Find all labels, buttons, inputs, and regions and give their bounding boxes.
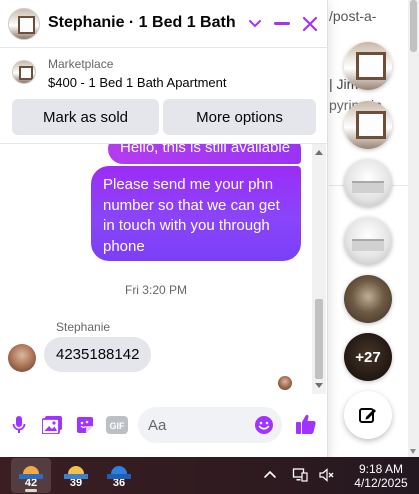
chevron-down-icon[interactable] — [243, 12, 267, 36]
weather-icon — [107, 463, 131, 482]
listing-thumbnail[interactable] — [12, 60, 36, 84]
message-input-container[interactable] — [138, 407, 282, 443]
clock-time: 9:18 AM — [358, 462, 404, 476]
message-composer: GIF — [0, 394, 328, 457]
marketplace-listing: Marketplace $400 - 1 Bed 1 Bath Apartmen… — [0, 48, 328, 144]
more-chats-count: +27 — [344, 333, 392, 381]
chat-head-4[interactable] — [344, 217, 392, 265]
photo-icon[interactable] — [41, 414, 63, 436]
new-message-icon — [359, 408, 376, 423]
seen-indicator-avatar — [278, 376, 292, 390]
close-icon[interactable] — [298, 12, 322, 36]
contact-name[interactable]: Stephanie · 1 Bed 1 Bath A... — [48, 14, 238, 32]
microphone-icon[interactable] — [8, 414, 30, 436]
chat-head-2[interactable] — [344, 101, 392, 149]
svg-text:GIF: GIF — [110, 421, 126, 431]
contact-avatar[interactable] — [8, 8, 40, 40]
weather-icon — [19, 463, 43, 482]
chat-scroll-up-arrow[interactable] — [315, 150, 323, 155]
page-scrollbar[interactable] — [408, 0, 419, 457]
active-indicator — [25, 489, 37, 492]
minimize-icon[interactable] — [270, 12, 294, 36]
clock-date: 4/12/2025 — [354, 476, 408, 490]
network-icon[interactable] — [292, 467, 308, 483]
sender-avatar[interactable] — [8, 344, 36, 372]
emoji-icon[interactable] — [254, 415, 274, 435]
listing-title[interactable]: $400 - 1 Bed 1 Bath Apartment — [48, 75, 227, 90]
outgoing-message[interactable]: Please send me your phn number so that w… — [91, 166, 301, 261]
taskbar-weather-app-2[interactable]: 39 — [56, 458, 96, 493]
volume-muted-icon[interactable] — [318, 467, 334, 483]
system-clock[interactable]: 9:18 AM 4/12/2025 — [350, 462, 412, 490]
page-scrollbar-thumb[interactable] — [410, 0, 417, 52]
taskbar-weather-app-1[interactable]: 42 — [11, 458, 51, 493]
message-timestamp: Fri 3:20 PM — [124, 283, 187, 297]
chevron-up-icon[interactable] — [262, 467, 278, 483]
chat-head-3[interactable] — [344, 159, 392, 207]
chat-head-1[interactable] — [344, 42, 392, 90]
page-scroll-down-arrow[interactable] — [410, 449, 416, 454]
new-message-button[interactable] — [344, 391, 392, 439]
mark-as-sold-button[interactable]: Mark as sold — [12, 99, 159, 135]
background-url-text: /post-a- — [329, 8, 377, 24]
chat-window: Stephanie · 1 Bed 1 Bath A... Marketplac… — [0, 0, 328, 457]
taskbar-weather-app-3[interactable]: 36 — [99, 458, 139, 493]
more-options-button[interactable]: More options — [163, 99, 316, 135]
chat-header[interactable]: Stephanie · 1 Bed 1 Bath A... — [0, 0, 328, 48]
gif-icon[interactable]: GIF — [105, 414, 129, 436]
sticker-icon[interactable] — [74, 414, 96, 436]
outgoing-message[interactable]: Hello, this is still available — [108, 144, 301, 164]
chat-head-5[interactable] — [344, 275, 392, 323]
message-thread[interactable]: Hello, this is still available Please se… — [0, 144, 312, 394]
thumbs-up-icon[interactable] — [294, 412, 318, 436]
message-input[interactable] — [148, 407, 248, 443]
chat-scrollbar-thumb[interactable] — [315, 299, 323, 379]
listing-source: Marketplace — [48, 57, 114, 71]
chat-head-more[interactable]: +27 — [344, 333, 392, 381]
chat-scrollbar[interactable] — [312, 144, 326, 394]
incoming-message[interactable]: 4235188142 — [44, 337, 152, 372]
chat-scroll-down-arrow[interactable] — [315, 383, 323, 388]
weather-icon — [64, 463, 88, 482]
sender-name: Stephanie — [56, 320, 111, 334]
